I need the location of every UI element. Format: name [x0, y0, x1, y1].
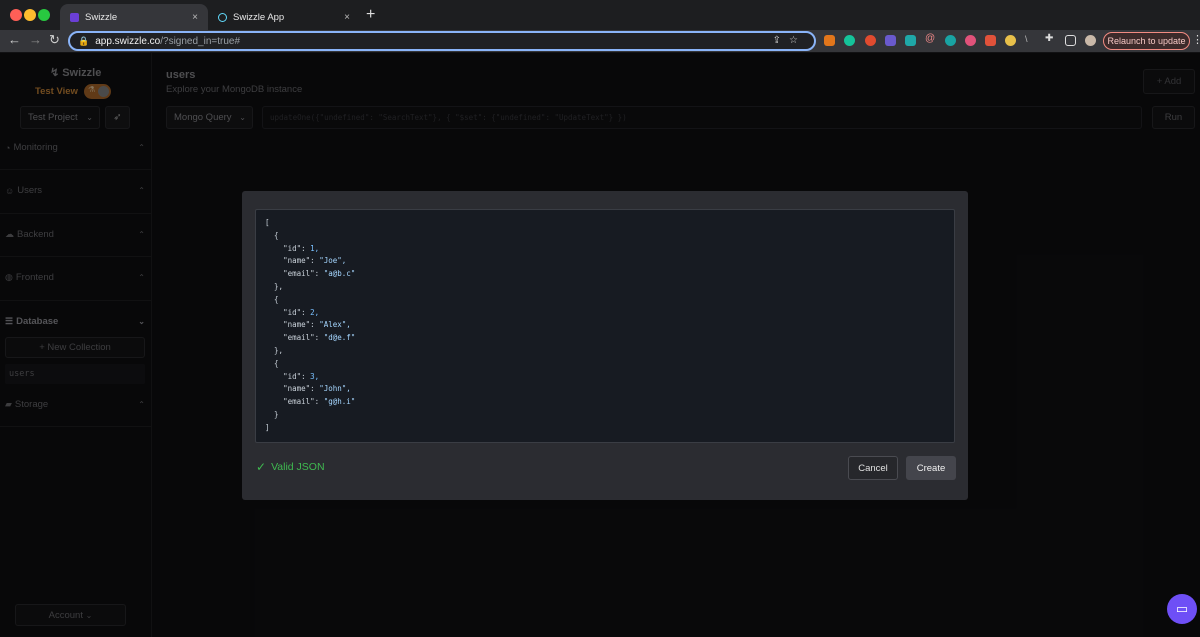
react-favicon-icon	[218, 12, 227, 22]
tab-label: Swizzle	[85, 11, 118, 23]
new-tab-button[interactable]: +	[366, 6, 375, 24]
json-editor-line: {	[265, 294, 279, 304]
extension-icon[interactable]	[885, 35, 896, 46]
window-minimize-button[interactable]	[24, 9, 36, 21]
json-editor-line: "name": "Joe",	[283, 256, 347, 266]
json-editor-line: "email": "g@h.i"	[283, 397, 356, 407]
json-editor-line: {	[265, 358, 279, 368]
json-editor-line: "id": 1,	[283, 243, 320, 253]
browser-tab-swizzle-app[interactable]: Swizzle App ×	[208, 4, 360, 30]
metamask-extension-icon[interactable]	[824, 35, 835, 46]
at-extension-icon[interactable]: @	[925, 33, 936, 44]
create-documents-modal: [ { "id": 1, "name": "Joe", "email": "a@…	[242, 191, 968, 500]
create-button[interactable]: Create	[906, 456, 956, 480]
share-and-bookmark-icons[interactable]: ⇪☆	[773, 35, 806, 46]
reload-icon[interactable]: ↻	[49, 32, 60, 48]
json-editor-line: "email": "a@b.c"	[283, 269, 356, 279]
checkmark-icon: ✓	[256, 460, 267, 474]
extension-icon[interactable]	[965, 35, 976, 46]
url-path: /?signed_in=true#	[160, 35, 241, 47]
back-arrow-icon[interactable]: ←	[8, 32, 21, 47]
valid-json-label: Valid JSON	[271, 461, 325, 473]
browser-toolbar: ← → ↻ 🔒 app.swizzle.co /?signed_in=true#…	[0, 30, 1200, 52]
json-validation-status: ✓ Valid JSON	[256, 460, 325, 474]
relaunch-to-update-button[interactable]: Relaunch to update	[1103, 32, 1190, 50]
extension-icon[interactable]	[1005, 35, 1016, 46]
json-editor-line: "id": 2,	[283, 307, 320, 317]
app-root: ↯ Swizzle Test View ⚗ Test Project ⌄ ➶ ◔ …	[0, 53, 1200, 637]
grammarly-extension-icon[interactable]	[844, 35, 855, 46]
json-editor-line: "email": "d@e.f"	[283, 333, 356, 343]
forward-arrow-icon[interactable]: →	[29, 32, 42, 47]
extension-icon[interactable]: \	[1025, 34, 1036, 45]
json-editor[interactable]: [ { "id": 1, "name": "Joe", "email": "a@…	[255, 209, 955, 443]
sidebar-toggle-icon[interactable]	[1065, 35, 1076, 46]
json-editor-line: "name": "Alex",	[283, 320, 351, 330]
chat-icon: ▭	[1175, 601, 1189, 616]
chat-support-button[interactable]: ▭	[1167, 594, 1197, 624]
calendar-extension-icon[interactable]	[985, 35, 996, 46]
window-close-button[interactable]	[10, 9, 22, 21]
cancel-button[interactable]: Cancel	[848, 456, 898, 480]
lock-icon: 🔒	[78, 35, 90, 46]
window-maximize-button[interactable]	[38, 9, 50, 21]
puzzle-extensions-icon[interactable]: ✚	[1045, 33, 1056, 44]
json-editor-line: },	[265, 345, 284, 355]
tab-close-icon[interactable]: ×	[344, 12, 350, 23]
address-bar[interactable]: 🔒 app.swizzle.co /?signed_in=true# ⇪☆	[68, 31, 816, 51]
extension-icon[interactable]	[905, 35, 916, 46]
url-host: app.swizzle.co	[95, 35, 161, 47]
browser-menu-icon[interactable]: ⋮	[1192, 33, 1200, 46]
browser-tab-swizzle[interactable]: Swizzle ×	[60, 4, 208, 30]
json-editor-line: [	[265, 218, 270, 227]
browser-tab-bar: Swizzle × Swizzle App × +	[0, 0, 1200, 30]
tab-close-icon[interactable]: ×	[192, 12, 198, 23]
extension-icon[interactable]	[865, 35, 876, 46]
profile-avatar-icon[interactable]	[1085, 35, 1096, 46]
swizzle-favicon-icon	[70, 12, 79, 22]
json-editor-line: {	[265, 230, 279, 240]
json-editor-line: }	[265, 409, 279, 419]
tab-label: Swizzle App	[233, 11, 285, 23]
json-editor-line: "id": 3,	[283, 371, 320, 381]
json-editor-line: },	[265, 281, 284, 291]
json-editor-line: ]	[265, 422, 270, 432]
json-editor-line: "name": "John",	[283, 384, 351, 394]
extension-icon[interactable]	[945, 35, 956, 46]
